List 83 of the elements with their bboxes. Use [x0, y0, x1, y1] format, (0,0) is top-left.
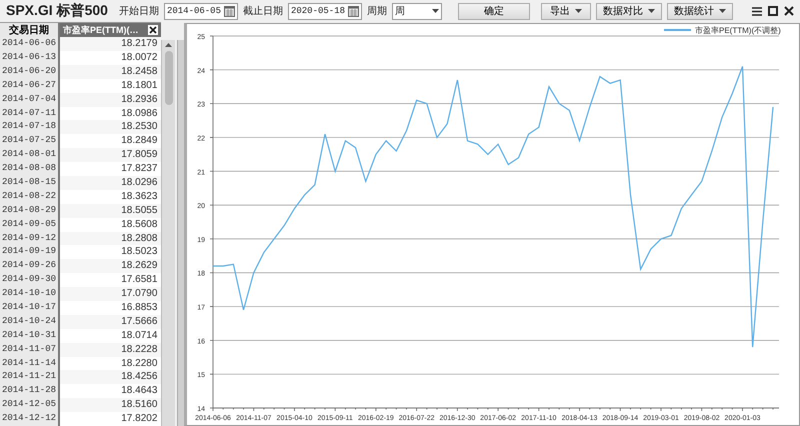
value-cell: 18.0072: [60, 50, 162, 65]
value-cell: 17.5666: [60, 314, 162, 329]
date-cell: 2014-10-10: [0, 287, 60, 301]
calendar-icon[interactable]: [224, 6, 235, 16]
value-cell: 18.5023: [60, 245, 162, 260]
value-cell: 18.4256: [60, 370, 162, 384]
date-cell: 2014-08-29: [0, 204, 60, 218]
date-cell: 2014-08-22: [0, 190, 60, 204]
date-cell: 2014-11-28: [0, 384, 60, 398]
toolbar-button[interactable]: 确定: [458, 2, 530, 20]
date-cell: 2014-09-05: [0, 218, 60, 232]
date-cell: 2014-10-17: [0, 300, 60, 315]
value-cell: 17.8237: [60, 162, 162, 176]
date-cell: 2014-10-31: [0, 328, 60, 343]
value-cell: 18.2629: [60, 259, 162, 274]
value-cell: 18.4643: [60, 384, 162, 398]
date-cell: 2014-07-25: [0, 134, 60, 148]
value-cell: 18.0296: [60, 176, 162, 190]
maximize-icon[interactable]: [768, 6, 778, 16]
caret-icon: [719, 9, 726, 13]
period-dropdown[interactable]: 周: [392, 2, 442, 20]
date-cell: 2014-06-27: [0, 78, 60, 93]
close-icon[interactable]: [148, 25, 158, 36]
value-cell: 18.0986: [60, 106, 162, 120]
dropdown-button[interactable]: 数据统计: [667, 2, 733, 20]
date-cell: 2014-08-08: [0, 162, 60, 176]
dropdown-button[interactable]: 数据对比: [596, 2, 662, 20]
value-cell: 18.2849: [60, 134, 162, 148]
date-cell: 2014-06-20: [0, 64, 60, 79]
date-cell: 2014-09-30: [0, 273, 60, 288]
date-cell: 2014-07-11: [0, 106, 60, 120]
value-cell: 18.1801: [60, 78, 162, 93]
date-cell: 2014-06-13: [0, 50, 60, 65]
value-cell: 17.6581: [60, 273, 162, 288]
value-cell: 18.2530: [60, 120, 162, 134]
date-cell: 2014-11-14: [0, 356, 60, 370]
date-cell: 2014-09-12: [0, 232, 60, 246]
scroll-up-icon[interactable]: [165, 43, 172, 47]
value-cell: 18.2280: [60, 356, 162, 370]
caret-icon: [648, 9, 655, 13]
window-title: SPX.GI 标普500: [6, 2, 108, 20]
value-cell: 18.3623: [60, 190, 162, 204]
period-label: 周期: [367, 4, 387, 18]
date-cell: 2014-09-19: [0, 245, 60, 260]
end-date-field[interactable]: 2020-05-18: [288, 2, 362, 20]
date-cell: 2014-12-12: [0, 412, 60, 426]
value-cell: 18.0714: [60, 328, 162, 343]
value-cell: 17.0790: [60, 287, 162, 301]
date-cell: 2014-07-18: [0, 120, 60, 134]
value-cell: 17.8202: [60, 412, 162, 426]
menu-icon[interactable]: [752, 6, 762, 16]
caret-icon: [432, 9, 439, 13]
value-cell: 18.2179: [60, 37, 162, 51]
start-date-field[interactable]: 2014-06-05: [164, 2, 238, 20]
legend-label: 市盈率PE(TTM)(不调整): [695, 26, 781, 35]
start-date-label: 开始日期: [118, 4, 159, 18]
caret-icon: [575, 9, 582, 13]
column-header[interactable]: 市盈率PE(TTM)(…: [60, 23, 162, 38]
date-cell: 2014-11-21: [0, 370, 60, 384]
column-header[interactable]: 交易日期: [0, 23, 60, 38]
date-cell: 2014-08-01: [0, 148, 60, 162]
dropdown-button[interactable]: 导出: [541, 2, 591, 20]
value-cell: 18.2936: [60, 92, 162, 107]
value-cell: 17.8059: [60, 148, 162, 162]
value-cell: 16.8853: [60, 300, 162, 315]
date-cell: 2014-07-04: [0, 92, 60, 107]
scrollbar[interactable]: [161, 40, 176, 426]
value-cell: 18.5055: [60, 204, 162, 218]
date-cell: 2014-12-05: [0, 398, 60, 412]
close-icon[interactable]: [784, 6, 794, 16]
date-cell: 2014-08-15: [0, 176, 60, 190]
end-date-label: 截止日期: [242, 4, 283, 18]
scrollbar-thumb[interactable]: [164, 51, 173, 105]
date-cell: 2014-09-26: [0, 259, 60, 274]
value-cell: 18.5608: [60, 218, 162, 232]
date-cell: 2014-06-06: [0, 37, 60, 51]
value-cell: 18.5160: [60, 398, 162, 412]
value-cell: 18.2458: [60, 64, 162, 79]
date-cell: 2014-11-07: [0, 342, 60, 357]
value-cell: 18.2228: [60, 342, 162, 357]
value-cell: 18.2808: [60, 232, 162, 246]
calendar-icon[interactable]: [348, 6, 359, 16]
date-cell: 2014-10-24: [0, 314, 60, 329]
